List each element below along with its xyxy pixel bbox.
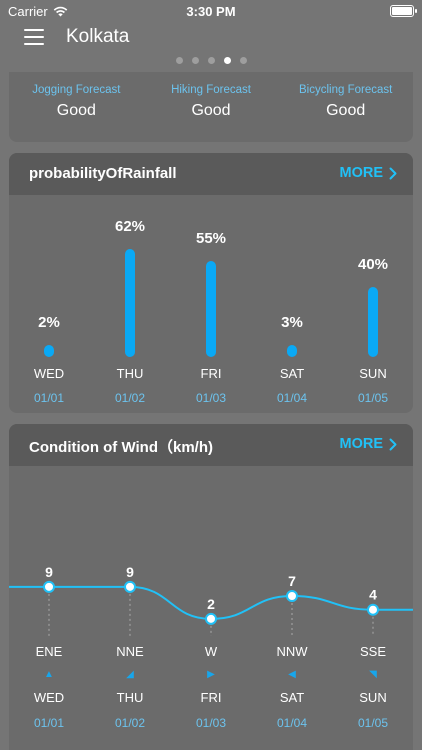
wind-date-label: 01/01 <box>33 716 65 730</box>
wind-day-label: THU <box>116 690 144 705</box>
arrow-right-icon: ▶ <box>207 669 215 680</box>
rainfall-percent-label: 3% <box>281 314 303 331</box>
city-title: Kolkata <box>66 26 130 47</box>
page-dot[interactable] <box>191 57 199 64</box>
wind-day-label: WED <box>33 690 65 705</box>
wind-date-label: 01/02 <box>114 716 146 730</box>
rainfall-date-label: 01/05 <box>357 391 389 405</box>
wind-direction-label: SSE <box>359 644 386 659</box>
wind-value-label: 4 <box>369 587 377 603</box>
menu-icon[interactable] <box>24 29 44 45</box>
battery-icon <box>390 5 417 17</box>
wind-header: Condition of Wind（km/h) MORE <box>9 424 413 466</box>
wind-card: Condition of Wind（km/h) MORE 9 9 2 7 4 ENE WE… <box>9 424 413 750</box>
more-label: MORE <box>339 165 384 181</box>
wind-date-label: 01/05 <box>357 716 389 730</box>
page-indicator[interactable] <box>0 57 422 64</box>
rainfall-card: probabilityOfRainfall MORE 2% WED 01/01 62%… <box>9 153 413 413</box>
rainfall-percent-label: 2% <box>38 314 60 331</box>
wind-value-label: 2 <box>207 596 215 612</box>
wind-point <box>43 580 55 593</box>
hiking-forecast: Hiking Forecast Good <box>144 72 279 142</box>
wind-day-label: FRI <box>200 690 222 705</box>
rainfall-percent-label: 40% <box>357 256 389 273</box>
wind-day-label: SAT <box>279 690 305 705</box>
forecast-value: Good <box>191 102 231 119</box>
rainfall-bar <box>287 345 297 357</box>
rainfall-header: probabilityOfRainfall MORE <box>9 153 413 195</box>
rainfall-percent-label: 55% <box>195 229 227 247</box>
jogging-forecast: Jogging Forecast Good <box>9 72 144 142</box>
wind-point <box>286 590 298 602</box>
more-label: MORE <box>339 436 384 452</box>
bicycling-forecast: Bicycling Forecast Good <box>278 72 413 142</box>
wind-date-label: 01/04 <box>276 716 308 730</box>
status-bar: Carrier 3:30 PM <box>0 0 422 22</box>
forecast-label: Bicycling Forecast <box>299 84 393 96</box>
arrow-down-right-icon: ◢ <box>126 669 134 680</box>
rainfall-bar <box>368 287 378 357</box>
rainfall-date-label: 01/01 <box>33 391 65 405</box>
rainfall-day-label: SAT <box>279 366 305 381</box>
rainfall-date-label: 01/03 <box>195 391 227 405</box>
arrow-up-right-icon: ◥ <box>369 669 377 680</box>
forecast-label: Hiking Forecast <box>171 84 251 96</box>
chevron-right-icon <box>389 438 397 450</box>
wind-chart: 9 9 2 7 4 <box>9 564 413 636</box>
rainfall-date-label: 01/04 <box>276 391 308 405</box>
page-dot[interactable] <box>239 57 247 64</box>
rainfall-percent-label: 62% <box>114 217 146 235</box>
wind-value-label: 9 <box>45 564 53 580</box>
forecast-value: Good <box>326 102 366 119</box>
wind-direction-label: NNE <box>116 644 144 659</box>
rainfall-date-label: 01/02 <box>114 391 146 405</box>
rainfall-day-label: THU <box>116 366 144 381</box>
wind-more-button[interactable]: MORE <box>340 436 398 452</box>
rainfall-day-label: SUN <box>359 366 387 381</box>
wind-direction-label: W <box>204 644 218 659</box>
page-dot[interactable] <box>175 57 183 64</box>
wind-point <box>124 580 136 593</box>
wind-point <box>205 612 217 625</box>
wind-value-label: 9 <box>126 564 134 580</box>
rainfall-more-button[interactable]: MORE <box>340 165 398 181</box>
forecast-label: Jogging Forecast <box>32 84 121 96</box>
status-time: 3:30 PM <box>186 4 236 19</box>
wind-day-label: SUN <box>359 690 387 705</box>
rainfall-day-label: WED <box>33 366 65 381</box>
arrow-left-icon: ◀ <box>288 669 296 680</box>
rainfall-title: probabilityOfRainfall <box>29 165 177 182</box>
wind-direction-label: NNW <box>276 644 308 659</box>
page-dot[interactable] <box>223 57 231 64</box>
page-dot[interactable] <box>207 57 215 64</box>
rainfall-bar <box>125 248 135 357</box>
chevron-right-icon <box>389 167 397 179</box>
rainfall-bar <box>44 345 54 357</box>
wind-value-label: 7 <box>288 573 296 589</box>
rainfall-bar <box>206 260 216 357</box>
wind-date-label: 01/03 <box>195 716 227 730</box>
wind-title: Condition of Wind（km/h) <box>29 439 213 456</box>
wind-point <box>367 603 379 616</box>
nav-bar: Kolkata <box>0 22 422 68</box>
activity-forecast-card: Jogging Forecast Good Hiking Forecast Go… <box>9 72 413 142</box>
arrow-up-icon: ▲ <box>44 669 54 680</box>
wind-direction-label: ENE <box>35 644 63 659</box>
rainfall-day-label: FRI <box>200 366 222 381</box>
forecast-value: Good <box>56 102 96 119</box>
